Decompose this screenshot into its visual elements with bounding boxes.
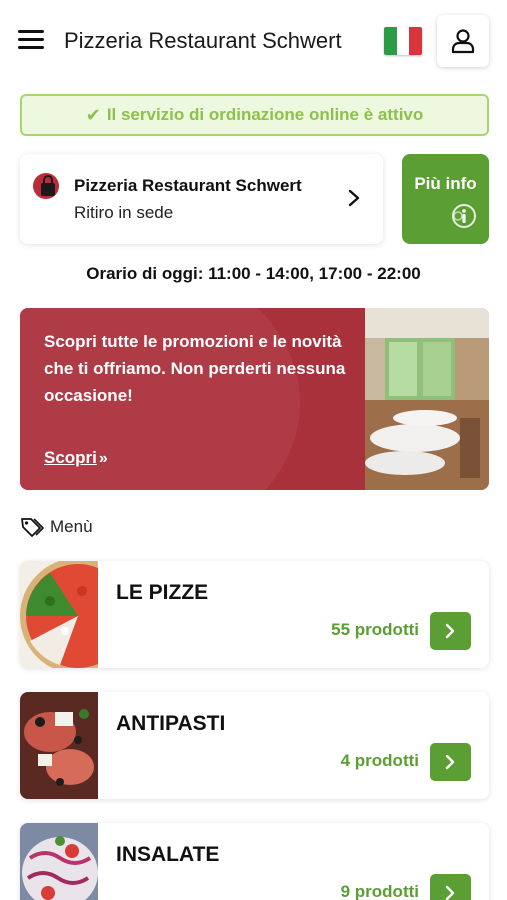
check-icon: ✔ <box>85 104 101 125</box>
category-card-antipasti[interactable]: ANTIPASTI 4 prodotti <box>20 692 489 799</box>
more-info-label: Più info <box>414 174 477 193</box>
promo-banner[interactable]: Scopri tutte le promozioni e le novità c… <box>20 308 489 490</box>
status-text: Il servizio di ordinazione online è atti… <box>106 105 424 124</box>
chevron-right-icon <box>445 754 455 770</box>
category-name: LE PIZZE <box>116 581 209 604</box>
hamburger-menu-icon[interactable] <box>18 27 44 51</box>
chevron-right-icon <box>348 189 360 207</box>
restaurant-name: Pizzeria Restaurant Schwert <box>74 176 302 195</box>
promo-link-label: Scopri <box>44 448 97 467</box>
app-header: Pizzeria Restaurant Schwert <box>0 0 507 82</box>
italian-flag-icon[interactable] <box>384 27 422 55</box>
category-count: 55 prodotti <box>331 620 419 639</box>
open-category-button[interactable] <box>430 874 471 900</box>
user-icon <box>451 29 475 54</box>
info-icon <box>452 204 476 228</box>
more-info-button[interactable]: Più info <box>402 154 489 244</box>
open-category-button[interactable] <box>430 612 471 650</box>
ordering-status-banner: ✔ Il servizio di ordinazione online è at… <box>20 94 489 136</box>
category-name: ANTIPASTI <box>116 712 226 735</box>
promo-discover-link[interactable]: Scopri» <box>44 448 108 468</box>
menu-section-header: Menù <box>20 516 93 538</box>
open-category-button[interactable] <box>430 743 471 781</box>
tag-icon <box>21 518 44 537</box>
restaurant-selector-card[interactable]: Pizzeria Restaurant Schwert Ritiro in se… <box>20 154 383 244</box>
pizza-image <box>20 561 98 668</box>
user-account-button[interactable] <box>437 15 489 67</box>
double-chevron-right-icon: » <box>98 450 108 467</box>
category-count: 4 prodotti <box>340 751 419 770</box>
restaurant-interior-image <box>365 308 489 490</box>
category-card-pizze[interactable]: LE PIZZE 55 prodotti <box>20 561 489 668</box>
shopping-bag-icon <box>33 173 59 199</box>
antipasti-image <box>20 692 98 799</box>
today-hours: Orario di oggi: 11:00 - 14:00, 17:00 - 2… <box>86 264 421 283</box>
chevron-right-icon <box>445 885 455 900</box>
category-card-insalate[interactable]: INSALATE 9 prodotti <box>20 823 489 900</box>
app-title: Pizzeria Restaurant Schwert <box>64 28 342 53</box>
pickup-mode: Ritiro in sede <box>74 203 174 222</box>
insalate-image <box>20 823 98 900</box>
menu-title: Menù <box>50 517 93 536</box>
category-count: 9 prodotti <box>340 882 419 900</box>
promo-text: Scopri tutte le promozioni e le novità c… <box>44 332 346 405</box>
category-name: INSALATE <box>116 843 220 866</box>
chevron-right-icon <box>445 623 455 639</box>
